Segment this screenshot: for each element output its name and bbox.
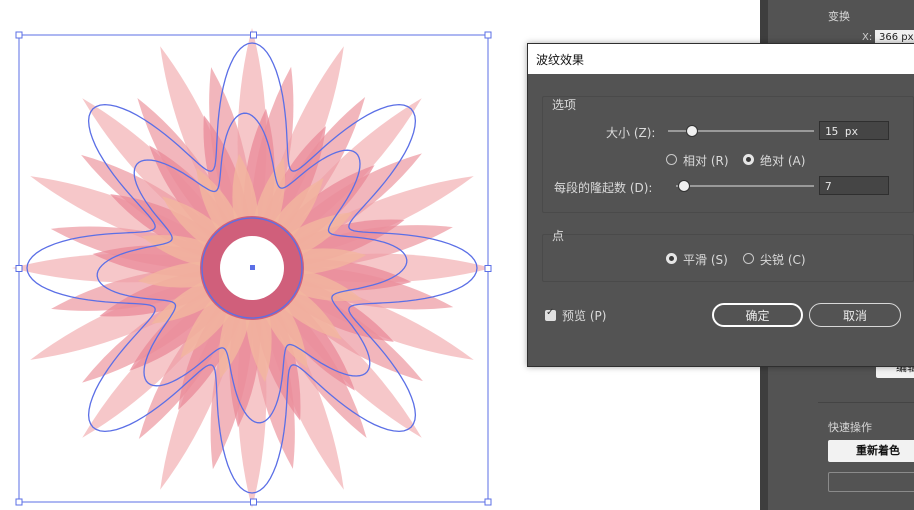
absolute-radio[interactable] bbox=[743, 154, 754, 165]
options-legend: 选项 bbox=[552, 98, 577, 112]
resize-handle[interactable] bbox=[15, 265, 23, 272]
points-group bbox=[542, 234, 914, 282]
resize-handle[interactable] bbox=[484, 265, 492, 272]
ripple-effect-dialog: 波纹效果 选项 大小 (Z): 15 px 相对 (R) 绝对 (A) 每段的隆… bbox=[527, 43, 914, 367]
smooth-radio[interactable] bbox=[666, 253, 677, 264]
size-input[interactable]: 15 px bbox=[819, 121, 889, 140]
corner-radio[interactable] bbox=[743, 253, 754, 264]
ridges-label: 每段的隆起数 (D): bbox=[554, 181, 653, 195]
corner-label[interactable]: 尖锐 (C) bbox=[760, 251, 806, 268]
relative-radio[interactable] bbox=[666, 154, 677, 165]
transform-section-title: 变换 bbox=[828, 10, 850, 23]
quick-action-button[interactable] bbox=[828, 472, 914, 492]
cancel-button[interactable]: 取消 bbox=[809, 303, 901, 327]
center-point-icon[interactable] bbox=[250, 265, 255, 270]
points-legend: 点 bbox=[552, 229, 565, 243]
ridges-slider-knob[interactable] bbox=[677, 180, 690, 192]
smooth-label[interactable]: 平滑 (S) bbox=[683, 251, 728, 268]
absolute-label[interactable]: 绝对 (A) bbox=[760, 152, 805, 169]
ridges-slider-track[interactable] bbox=[676, 185, 814, 187]
preview-label[interactable]: 预览 (P) bbox=[562, 307, 606, 324]
artboard-canvas[interactable] bbox=[0, 0, 520, 510]
relative-label[interactable]: 相对 (R) bbox=[683, 152, 729, 169]
dialog-title: 波纹效果 bbox=[536, 53, 585, 67]
dialog-titlebar[interactable]: 波纹效果 bbox=[528, 44, 914, 74]
recolor-button[interactable]: 重新着色 bbox=[828, 440, 914, 462]
x-coordinate-label: X: bbox=[862, 32, 873, 43]
ridges-input[interactable]: 7 bbox=[819, 176, 889, 195]
resize-handle[interactable] bbox=[484, 498, 492, 506]
ok-button[interactable]: 确定 bbox=[712, 303, 803, 327]
panel-separator bbox=[818, 402, 914, 403]
resize-handle[interactable] bbox=[250, 31, 257, 39]
resize-handle[interactable] bbox=[484, 31, 492, 39]
resize-handle[interactable] bbox=[15, 498, 23, 506]
resize-handle[interactable] bbox=[15, 31, 23, 39]
resize-handle[interactable] bbox=[250, 498, 257, 506]
size-label: 大小 (Z): bbox=[606, 126, 656, 140]
preview-checkbox[interactable] bbox=[545, 307, 556, 321]
quick-actions-title: 快速操作 bbox=[828, 421, 872, 434]
